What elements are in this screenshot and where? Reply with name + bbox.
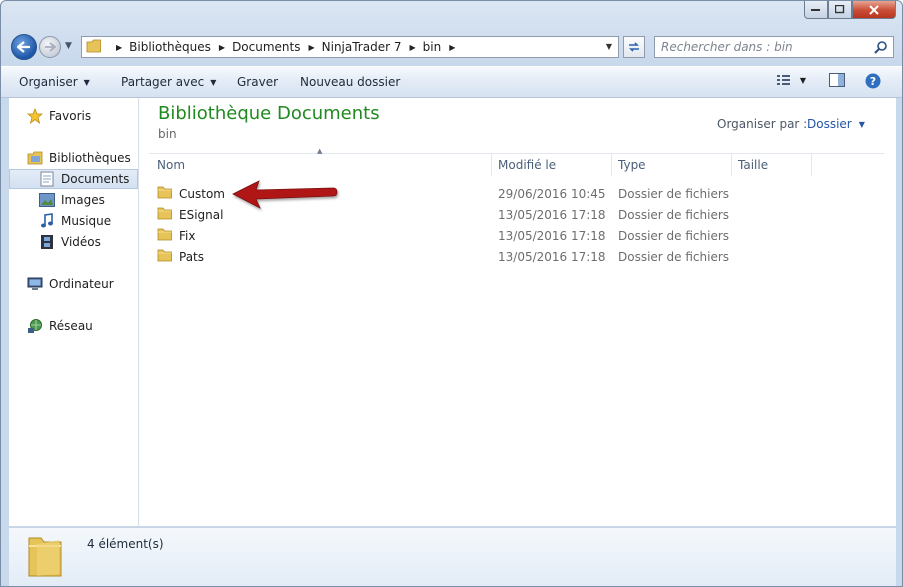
share-menu[interactable]: Partager avec ▼ (121, 75, 216, 89)
help-button[interactable]: ? (864, 73, 882, 89)
nav-videos[interactable]: Vidéos (9, 232, 138, 252)
preview-pane-icon (829, 73, 845, 87)
command-bar: Organiser ▼ Partager avec ▼ Graver Nouveau… (1, 66, 902, 98)
library-subtitle: bin (158, 127, 177, 141)
column-type[interactable]: Type (612, 154, 732, 176)
chevron-down-icon: ▼ (799, 75, 807, 85)
breadcrumb-ninjatrader[interactable]: ▶ NinjaTrader 7 (300, 40, 401, 54)
organize-menu[interactable]: Organiser ▼ (19, 75, 90, 89)
column-name[interactable]: Nom (149, 154, 492, 176)
folder-icon (157, 248, 173, 265)
help-icon: ? (865, 73, 881, 89)
explorer-window: ▼ ▶ Bibliothèques ▶ Documents ▶ NinjaTrader… (0, 0, 903, 587)
item-count: 4 élément(s) (87, 537, 164, 551)
content-area: Bibliothèque Documents bin Organiser par… (139, 98, 896, 526)
arrange-by-dropdown[interactable]: Dossier ▼ (807, 117, 865, 131)
maximize-icon (835, 5, 845, 14)
music-note-icon (39, 213, 55, 229)
view-options-button[interactable]: ▼ (773, 73, 809, 87)
chevron-down-icon: ▼ (210, 77, 217, 87)
close-button[interactable] (852, 1, 896, 19)
view-list-icon (776, 75, 790, 85)
nav-documents[interactable]: Documents (9, 169, 138, 189)
arrange-by-label: Organiser par : (717, 117, 808, 131)
minimize-button[interactable] (804, 1, 828, 19)
address-bar[interactable]: ▶ Bibliothèques ▶ Documents ▶ NinjaTrader 7… (81, 36, 619, 58)
search-placeholder: Rechercher dans : bin (661, 40, 793, 54)
file-row[interactable]: Fix 13/05/2016 17:18 Dossier de fichiers (149, 225, 884, 246)
breadcrumb-documents[interactable]: ▶ Documents (211, 40, 301, 54)
nav-favorites[interactable]: Favoris (9, 106, 138, 126)
star-icon (27, 108, 43, 124)
caption-buttons (804, 1, 896, 19)
close-icon (869, 4, 879, 15)
maximize-button[interactable] (828, 1, 852, 19)
details-pane: 4 élément(s) (9, 527, 896, 586)
folder-icon (86, 39, 102, 56)
column-modified[interactable]: Modifié le (492, 154, 612, 176)
breadcrumb-bin[interactable]: ▶ bin ▶ (401, 40, 462, 54)
nav-libraries[interactable]: Bibliothèques (9, 148, 138, 168)
search-box[interactable]: Rechercher dans : bin (654, 36, 894, 58)
refresh-icon (629, 42, 639, 52)
folder-icon (25, 532, 65, 581)
minimize-icon (811, 8, 820, 11)
document-icon (39, 171, 55, 187)
column-header: ▲ Nom Modifié le Type Taille (149, 147, 884, 176)
navigation-pane: Favoris Bibliothèques Documents Images M… (9, 98, 139, 526)
chevron-down-icon: ▼ (83, 77, 90, 87)
folder-icon (157, 227, 173, 244)
computer-icon (27, 276, 43, 292)
nav-images[interactable]: Images (9, 190, 138, 210)
nav-music[interactable]: Musique (9, 211, 138, 231)
annotation-arrow-icon (232, 180, 338, 209)
recent-pages-dropdown[interactable]: ▼ (65, 41, 72, 51)
new-folder-button[interactable]: Nouveau dossier (300, 75, 400, 89)
preview-pane-button[interactable] (828, 73, 846, 87)
navigation-row: ▼ ▶ Bibliothèques ▶ Documents ▶ NinjaTrader… (9, 34, 894, 60)
film-icon (39, 234, 55, 250)
nav-computer[interactable]: Ordinateur (9, 274, 138, 294)
file-row[interactable]: Pats 13/05/2016 17:18 Dossier de fichier… (149, 246, 884, 267)
folder-icon (157, 185, 173, 202)
nav-network[interactable]: Réseau (9, 316, 138, 336)
forward-button[interactable] (39, 36, 61, 58)
images-icon (39, 192, 55, 208)
back-button[interactable] (11, 34, 37, 60)
forward-arrow-icon (45, 42, 56, 52)
network-icon (27, 318, 43, 334)
burn-button[interactable]: Graver (237, 75, 278, 89)
libraries-icon (27, 150, 43, 166)
back-arrow-icon (17, 41, 30, 53)
address-dropdown-icon[interactable]: ▼ (606, 42, 612, 51)
search-icon[interactable] (874, 40, 888, 57)
svg-text:?: ? (870, 75, 876, 88)
library-title: Bibliothèque Documents (158, 103, 380, 124)
column-size[interactable]: Taille (732, 154, 812, 176)
folder-icon (157, 206, 173, 223)
chevron-down-icon: ▼ (858, 119, 865, 129)
refresh-button[interactable] (623, 36, 645, 58)
breadcrumb-libraries[interactable]: ▶ Bibliothèques (108, 40, 211, 54)
